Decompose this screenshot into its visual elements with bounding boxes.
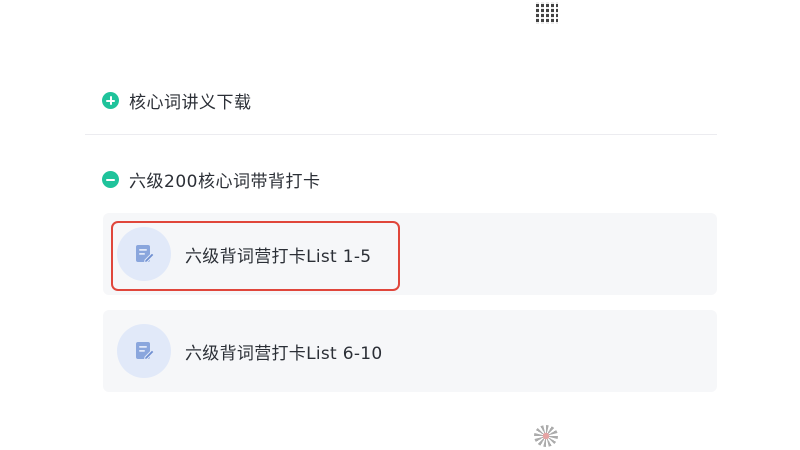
- section-header-checkin[interactable]: 六级200核心词带背打卡: [102, 167, 320, 192]
- section-title: 核心词讲义下载: [129, 93, 252, 113]
- course-item-list-6-10[interactable]: 六级背词营打卡List 6-10: [103, 310, 717, 392]
- document-edit-icon: [117, 227, 171, 281]
- mini-program-code-icon: [534, 425, 558, 447]
- section-title: 六级200核心词带背打卡: [129, 172, 321, 192]
- qr-code-icon: [536, 2, 558, 24]
- plus-circle-icon[interactable]: [102, 92, 119, 109]
- document-edit-icon: [117, 324, 171, 378]
- minus-circle-icon[interactable]: [102, 171, 119, 188]
- course-item-list-1-5[interactable]: 六级背词营打卡List 1-5: [103, 213, 717, 295]
- section-header-lecture-download[interactable]: 核心词讲义下载: [102, 88, 252, 113]
- divider: [85, 134, 717, 135]
- page: 核心词讲义下载 六级200核心词带背打卡 六级背词营打卡List 1-5 六级背…: [0, 0, 800, 450]
- course-item-title: 六级背词营打卡List 1-5: [185, 246, 372, 267]
- course-item-title: 六级背词营打卡List 6-10: [185, 343, 383, 364]
